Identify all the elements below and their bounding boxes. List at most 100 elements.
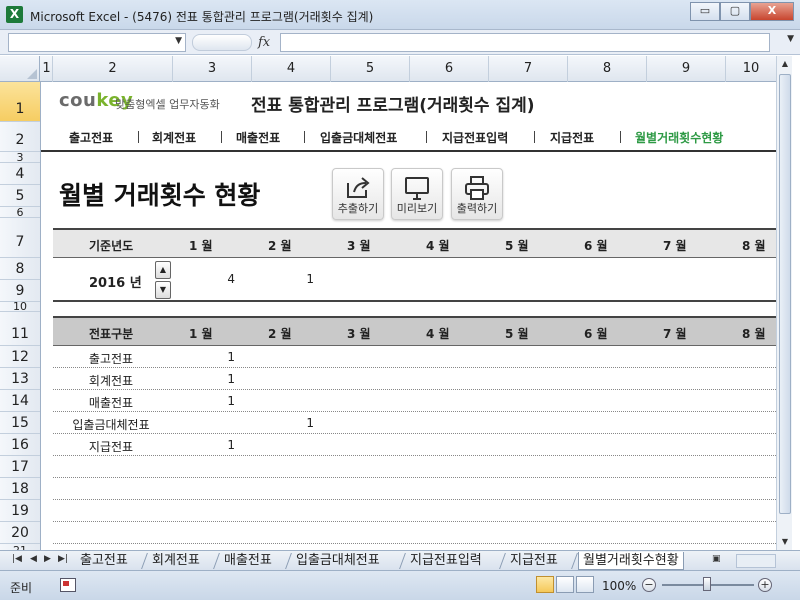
row-header[interactable]: 6 — [0, 207, 40, 218]
table-row: 회계전표 1 — [53, 368, 776, 390]
header-month: 1 월 — [189, 327, 213, 341]
brand-logo-main: cou — [59, 90, 97, 111]
table-row: 지급전표 1 — [53, 434, 776, 456]
status-ready: 준비 — [10, 581, 33, 595]
row-header[interactable]: 19 — [0, 500, 40, 522]
select-all-corner[interactable] — [0, 56, 40, 82]
excel-app-icon[interactable]: X — [6, 6, 23, 23]
row-header[interactable]: 16 — [0, 434, 40, 456]
column-header[interactable]: 2 — [53, 56, 173, 82]
row-header[interactable]: 1 — [0, 82, 40, 122]
insert-sheet-icon[interactable]: ▣ — [712, 554, 721, 564]
column-header[interactable]: 8 — [568, 56, 647, 82]
row-header[interactable]: 5 — [0, 185, 40, 207]
minimize-button[interactable]: ▭ — [690, 2, 720, 21]
header-month: 6 월 — [584, 327, 608, 341]
row-label: 매출전표 — [88, 396, 134, 410]
export-button[interactable]: 추출하기 — [332, 168, 384, 220]
column-header[interactable]: 3 — [173, 56, 252, 82]
row-header[interactable]: 11 — [0, 312, 40, 346]
scroll-down-icon[interactable]: ▼ — [777, 534, 793, 550]
row-header[interactable]: 12 — [0, 346, 40, 368]
zoom-level[interactable]: 100% — [602, 579, 636, 593]
nav-menu: 출고전표 회계전표 매출전표 입출금대체전표 지급전표입력 지급전표 월별거래횟… — [41, 122, 776, 152]
scroll-up-icon[interactable]: ▲ — [777, 56, 793, 72]
row-header[interactable]: 20 — [0, 522, 40, 544]
column-header[interactable]: 6 — [410, 56, 489, 82]
zoom-slider-thumb[interactable] — [703, 577, 711, 591]
vertical-scrollbar[interactable]: ▲ ▼ — [776, 56, 792, 550]
first-sheet-icon[interactable]: |◀ — [12, 554, 22, 564]
empty-row — [53, 478, 776, 500]
nav-item-payment-entry[interactable]: 지급전표입력 — [442, 129, 508, 146]
insert-function-button[interactable]: fx — [258, 35, 270, 50]
formula-bar: ▼ fx ▼ — [0, 30, 800, 55]
nav-item-payment[interactable]: 지급전표 — [550, 129, 594, 146]
formula-bar-splitter[interactable] — [192, 34, 252, 51]
next-sheet-icon[interactable]: ▶ — [44, 554, 51, 564]
header-month: 4 월 — [426, 327, 450, 341]
row-header[interactable]: 10 — [0, 301, 40, 312]
row-label: 출고전표 — [88, 352, 134, 366]
row-header[interactable]: 13 — [0, 368, 40, 390]
formula-input[interactable] — [280, 33, 770, 52]
nav-item-accounting[interactable]: 회계전표 — [152, 129, 196, 146]
header-month: 1 월 — [189, 239, 213, 253]
sheet-tab-active[interactable]: 월별거래횟수현황 — [578, 552, 684, 570]
sheet-tab[interactable]: 입출금대체전표 — [292, 552, 384, 570]
column-header[interactable]: 1 — [41, 56, 53, 82]
zoom-out-button[interactable]: − — [642, 578, 656, 592]
row-header[interactable]: 9 — [0, 280, 40, 302]
column-header[interactable]: 7 — [489, 56, 568, 82]
window-controls: ▭ ▢ X — [690, 2, 794, 21]
sheet-tab[interactable]: 매출전표 — [220, 552, 276, 570]
column-header[interactable]: 4 — [252, 56, 331, 82]
sheet-tab[interactable]: 출고전표 — [76, 552, 132, 570]
year-increment-button[interactable]: ▲ — [155, 261, 171, 279]
nav-item-outbound[interactable]: 출고전표 — [69, 129, 113, 146]
row-header[interactable]: 2 — [0, 122, 40, 152]
last-sheet-icon[interactable]: ▶| — [58, 554, 68, 564]
preview-button[interactable]: 미리보기 — [391, 168, 443, 220]
row-header[interactable]: 18 — [0, 478, 40, 500]
row-header[interactable]: 8 — [0, 258, 40, 280]
name-box-dropdown-icon[interactable]: ▼ — [175, 36, 182, 46]
nav-item-sales[interactable]: 매출전표 — [236, 129, 280, 146]
sheet-tab[interactable]: 회계전표 — [148, 552, 204, 570]
row-header[interactable]: 3 — [0, 152, 40, 163]
row-count: 1 — [227, 394, 235, 408]
sheet-tab[interactable]: 지급전표 — [506, 552, 562, 570]
header-month: 5 월 — [505, 327, 529, 341]
detail-table-header: 전표구분 1 월 2 월 3 월 4 월 5 월 6 월 7 월 8 월 — [53, 316, 776, 346]
normal-view-button[interactable] — [536, 576, 554, 593]
nav-item-transfer[interactable]: 입출금대체전표 — [320, 129, 397, 146]
expand-formula-bar-icon[interactable]: ▼ — [787, 34, 794, 44]
restore-button[interactable]: ▢ — [720, 2, 750, 21]
year-decrement-button[interactable]: ▼ — [155, 281, 171, 299]
vertical-scroll-thumb[interactable] — [779, 74, 791, 514]
printer-icon — [465, 176, 489, 200]
horizontal-scrollbar[interactable] — [736, 554, 776, 568]
page-layout-view-button[interactable] — [556, 576, 574, 593]
sheet-tab[interactable]: 지급전표입력 — [406, 552, 486, 570]
worksheet: coukey 맞춤형엑셀 업무자동화 전표 통합관리 프로그램(거래횟수 집계)… — [41, 82, 776, 550]
print-button[interactable]: 출력하기 — [451, 168, 503, 220]
row-header[interactable]: 14 — [0, 390, 40, 412]
column-header[interactable]: 9 — [647, 56, 726, 82]
prev-sheet-icon[interactable]: ◀ — [30, 554, 37, 564]
column-header[interactable]: 10 — [726, 56, 776, 82]
row-header[interactable]: 15 — [0, 412, 40, 434]
row-header[interactable]: 7 — [0, 218, 40, 258]
row-header[interactable]: 4 — [0, 163, 40, 185]
nav-item-monthly-count[interactable]: 월별거래횟수현황 — [635, 129, 723, 146]
header-month: 4 월 — [426, 239, 450, 253]
empty-row — [53, 500, 776, 522]
row-header[interactable]: 17 — [0, 456, 40, 478]
page-break-view-button[interactable] — [576, 576, 594, 593]
macro-record-icon[interactable] — [60, 578, 76, 592]
zoom-in-button[interactable]: + — [758, 578, 772, 592]
name-box[interactable]: ▼ — [8, 33, 186, 52]
close-button[interactable]: X — [750, 2, 794, 21]
column-header[interactable]: 5 — [331, 56, 410, 82]
header-month: 8 월 — [742, 327, 766, 341]
